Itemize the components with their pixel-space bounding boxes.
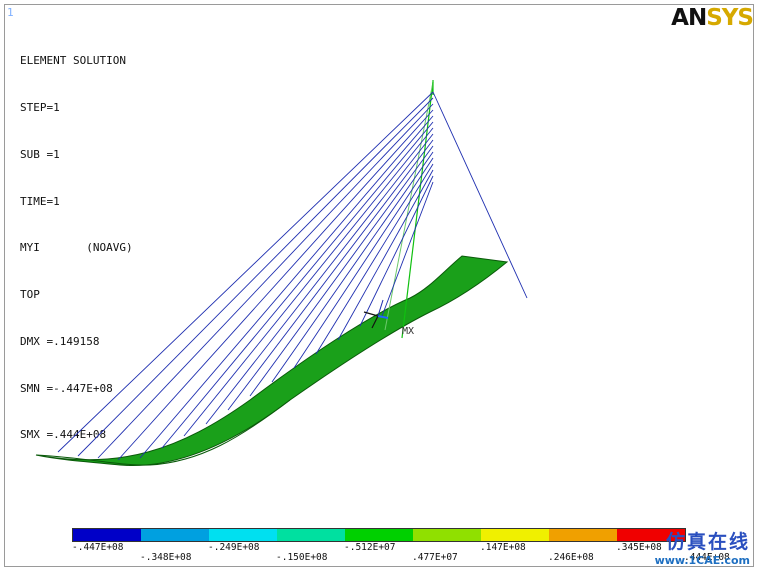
site-watermark: 仿真在线 www.1CAE.com bbox=[655, 527, 750, 567]
legend-swatch-1 bbox=[73, 529, 141, 541]
legend-swatch-3 bbox=[209, 529, 277, 541]
legend-swatch-8 bbox=[549, 529, 617, 541]
model-viewport[interactable] bbox=[0, 0, 760, 573]
legend-label-7: .147E+08 bbox=[480, 542, 526, 553]
stay-cable bbox=[57, 91, 434, 453]
stay-cable bbox=[183, 127, 434, 437]
legend-label-3: -.249E+08 bbox=[208, 542, 260, 553]
mx-marker-label: MX bbox=[402, 326, 415, 337]
legend-swatch-6 bbox=[413, 529, 481, 541]
watermark-cn-text: 仿真在线 bbox=[665, 531, 750, 553]
contour-legend-bar bbox=[72, 528, 686, 542]
legend-label-8: .246E+08 bbox=[548, 552, 594, 563]
stay-cable bbox=[205, 133, 434, 425]
legend-swatch-2 bbox=[141, 529, 209, 541]
bridge-deck bbox=[35, 255, 509, 467]
stay-cable bbox=[139, 115, 434, 459]
stay-cable bbox=[161, 121, 434, 449]
legend-label-2: -.348E+08 bbox=[140, 552, 192, 563]
legend-swatch-5 bbox=[345, 529, 413, 541]
watermark-url: www.1CAE.com bbox=[654, 554, 750, 567]
legend-label-6: .477E+07 bbox=[412, 552, 458, 563]
legend-label-5: -.512E+07 bbox=[344, 542, 396, 553]
legend-label-1: -.447E+08 bbox=[72, 542, 124, 553]
legend-label-4: -.150E+08 bbox=[276, 552, 328, 563]
legend-swatch-4 bbox=[277, 529, 345, 541]
legend-swatch-7 bbox=[481, 529, 549, 541]
